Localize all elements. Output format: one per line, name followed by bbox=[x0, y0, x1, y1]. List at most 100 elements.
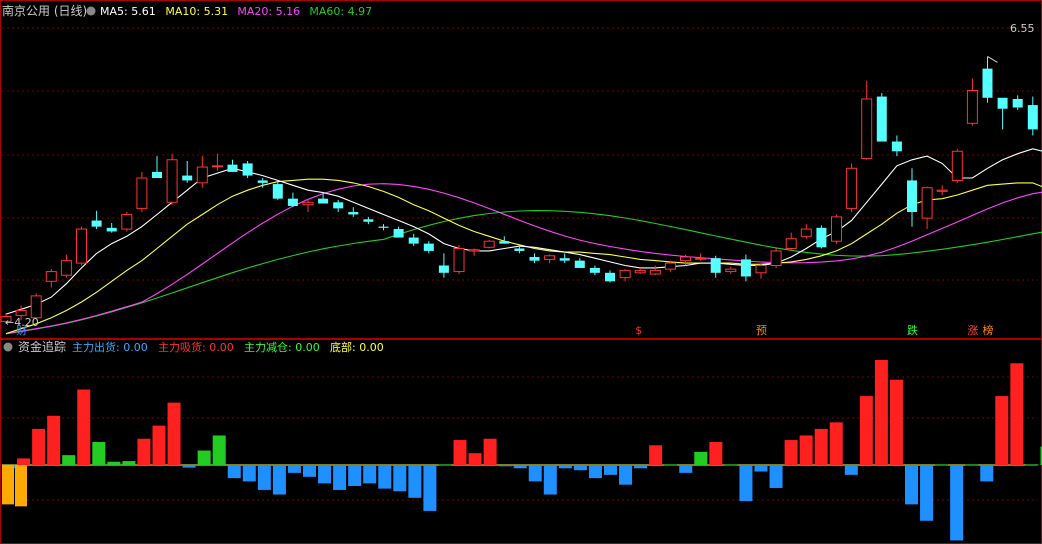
high-marker bbox=[987, 56, 998, 63]
candle-body bbox=[951, 150, 963, 181]
flow-bar bbox=[558, 465, 572, 469]
candle-body bbox=[589, 267, 600, 273]
bottom-signal-bar bbox=[2, 465, 14, 505]
flow-bar bbox=[242, 465, 256, 482]
flow-bar bbox=[303, 465, 316, 477]
flow-bar bbox=[634, 465, 648, 469]
flow-bar bbox=[799, 435, 813, 465]
candle-body bbox=[378, 226, 389, 228]
candle-body bbox=[211, 165, 223, 168]
signal-marker-1: $ bbox=[635, 324, 642, 337]
flow-bar bbox=[784, 440, 798, 465]
signal-marker-2: 预 bbox=[756, 324, 767, 337]
candle-body bbox=[664, 262, 676, 270]
flow-bar bbox=[709, 442, 723, 465]
flow-bar bbox=[679, 465, 693, 473]
candle-body bbox=[982, 68, 993, 98]
flow-bar bbox=[905, 465, 918, 505]
candle-body bbox=[91, 220, 102, 227]
flow-bar bbox=[197, 450, 211, 465]
candle-body bbox=[15, 309, 27, 316]
candle-body bbox=[408, 237, 419, 244]
candle-body bbox=[710, 258, 721, 273]
candle-body bbox=[605, 272, 615, 282]
candle-body bbox=[800, 228, 812, 237]
flow-bar bbox=[664, 464, 678, 466]
flow-bar bbox=[122, 461, 136, 465]
flow-bar bbox=[167, 402, 181, 465]
bottom-signal-bar bbox=[15, 465, 27, 507]
ma20-line bbox=[5, 183, 1042, 335]
flow-bar bbox=[47, 415, 61, 465]
flow-bar bbox=[1010, 363, 1024, 465]
flow-bar bbox=[212, 435, 226, 465]
flow-bar bbox=[513, 465, 527, 469]
flow-bar bbox=[844, 465, 858, 475]
candle-body bbox=[966, 89, 978, 124]
candle-body bbox=[393, 229, 404, 238]
candle-body bbox=[242, 163, 253, 176]
candle-body bbox=[997, 97, 1008, 109]
flow-bar bbox=[257, 465, 271, 490]
candle-body bbox=[45, 271, 57, 282]
flow-bar bbox=[107, 461, 121, 465]
candle-body bbox=[318, 198, 329, 204]
candle-body bbox=[891, 141, 902, 152]
candle-body bbox=[876, 96, 887, 142]
candle-body bbox=[272, 184, 283, 199]
flow-bar bbox=[950, 465, 964, 541]
flow-bar bbox=[92, 442, 106, 465]
candle-body bbox=[907, 180, 917, 213]
candle-body bbox=[785, 238, 797, 249]
candle-body bbox=[755, 265, 767, 274]
indicator-legend-3: 底部: 0.00 bbox=[330, 340, 384, 354]
candle-body bbox=[152, 171, 162, 178]
candle-body bbox=[574, 260, 585, 268]
flow-bar bbox=[32, 428, 46, 465]
candle-body bbox=[483, 240, 495, 248]
indicator-legend-0: 主力出货: 0.00 bbox=[72, 340, 148, 354]
flow-bar bbox=[649, 445, 663, 465]
candle-body bbox=[695, 257, 707, 260]
candle-body bbox=[121, 213, 133, 230]
indicator-title: 资金追踪 bbox=[18, 339, 66, 354]
flow-bar bbox=[378, 465, 392, 489]
candle-body bbox=[60, 260, 72, 276]
candle-body bbox=[816, 227, 827, 248]
top-header bbox=[0, 0, 1042, 22]
flow-bar bbox=[62, 455, 76, 465]
flow-bar bbox=[272, 465, 286, 495]
ma60-line bbox=[5, 210, 1042, 335]
candle-body bbox=[649, 269, 661, 275]
candle-body bbox=[333, 202, 344, 209]
flow-bar bbox=[498, 465, 512, 467]
candle-body bbox=[196, 166, 208, 184]
candle-body bbox=[936, 189, 948, 192]
flow-bar bbox=[438, 464, 452, 466]
signal-marker-4: 涨 bbox=[967, 324, 978, 337]
candle-body bbox=[1027, 105, 1038, 130]
flow-bar bbox=[1025, 464, 1039, 466]
candle-body bbox=[514, 248, 525, 251]
candle-body bbox=[287, 198, 298, 206]
candle-body bbox=[438, 265, 449, 273]
flow-bar bbox=[739, 465, 753, 502]
flow-bar bbox=[363, 465, 377, 484]
kline-chart[interactable]: 6.55←4.20财 $ 预跌涨榜南京公用 (日线) MA5: 5.61 MA10: 5… bbox=[0, 0, 1042, 544]
flow-bar bbox=[588, 465, 602, 479]
candle-body bbox=[182, 175, 193, 181]
flow-bar bbox=[182, 465, 196, 468]
flow-bar bbox=[754, 465, 768, 472]
candle-body bbox=[725, 268, 737, 273]
indicator-legend-2: 主力减仓: 0.00 bbox=[244, 340, 320, 354]
flow-bar bbox=[333, 465, 347, 490]
candle-body bbox=[136, 177, 148, 209]
candle-body bbox=[499, 241, 510, 244]
candle-body bbox=[846, 167, 858, 209]
flow-bar bbox=[227, 465, 241, 479]
candle-body bbox=[166, 159, 178, 203]
candle-body bbox=[559, 258, 570, 261]
high-price-label: 6.55 bbox=[1010, 22, 1035, 35]
signal-marker-3: 跌 bbox=[907, 323, 918, 337]
flow-bar bbox=[393, 465, 407, 492]
